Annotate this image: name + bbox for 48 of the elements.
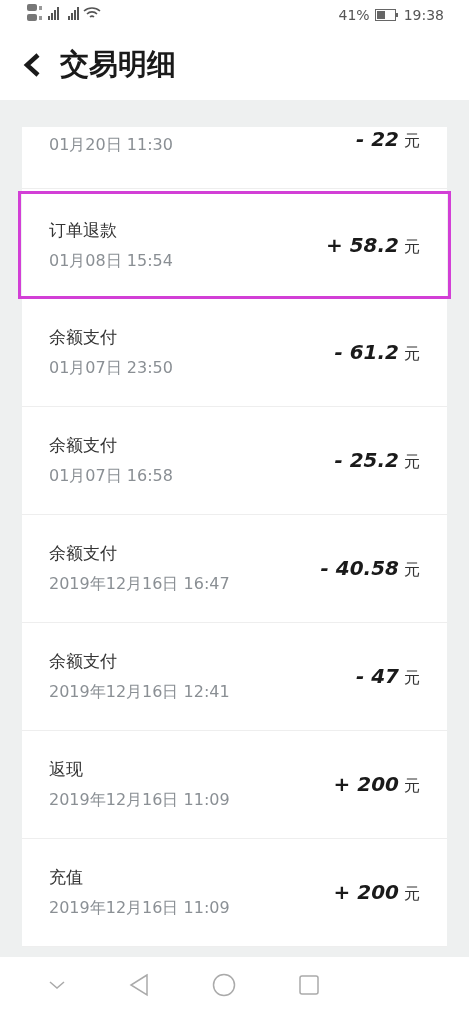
transaction-date: 01月07日 23:50 <box>49 358 173 380</box>
currency-unit: 元 <box>404 560 420 582</box>
currency-unit: 元 <box>404 131 420 153</box>
transaction-row[interactable]: 余额支付 2019年12月16日 16:47 - 40.58 元 <box>22 515 447 624</box>
currency-unit: 元 <box>404 344 420 366</box>
home-icon[interactable] <box>212 973 236 998</box>
transaction-amount: + 200 <box>333 772 399 797</box>
battery-icon <box>374 9 399 21</box>
transaction-amount: - 47 <box>355 664 399 689</box>
transaction-date: 01月07日 16:58 <box>49 466 173 488</box>
clock-time: 19:38 <box>403 7 444 23</box>
transaction-title: 余额支付 <box>49 326 118 350</box>
currency-unit: 元 <box>404 776 420 798</box>
transaction-row[interactable]: 01月20日 11:30 - 22 元 <box>22 127 447 190</box>
page-title: 交易明细 <box>60 46 176 84</box>
transaction-title: 返现 <box>49 758 84 782</box>
transaction-amount: - 22 <box>355 127 399 152</box>
battery-percent: 41% <box>338 7 370 23</box>
transaction-row[interactable]: 订单退款 01月08日 15:54 + 58.2 元 <box>18 191 451 300</box>
transaction-row[interactable]: 余额支付 01月07日 23:50 - 61.2 元 <box>22 299 447 408</box>
currency-unit: 元 <box>404 668 420 690</box>
transaction-date: 2019年12月16日 16:47 <box>49 574 230 596</box>
transaction-amount: - 25.2 <box>334 448 399 473</box>
transaction-date: 2019年12月16日 11:09 <box>49 790 230 812</box>
currency-unit: 元 <box>404 884 420 906</box>
chevron-down-icon[interactable] <box>48 980 66 991</box>
back-icon[interactable] <box>129 973 149 998</box>
transaction-amount: - 40.58 <box>320 556 399 581</box>
transaction-date: 01月08日 15:54 <box>49 250 173 272</box>
currency-unit: 元 <box>404 236 420 258</box>
transaction-date: 2019年12月16日 11:09 <box>49 898 230 920</box>
transaction-title: 订单退款 <box>49 218 118 242</box>
transaction-amount: + 200 <box>333 880 399 905</box>
transaction-title: 余额支付 <box>49 434 118 458</box>
transaction-title: 余额支付 <box>49 650 118 674</box>
back-button[interactable] <box>22 52 42 79</box>
transaction-title: 充值 <box>49 866 84 890</box>
transaction-row[interactable]: 返现 2019年12月16日 11:09 + 200 元 <box>22 731 447 840</box>
transaction-row[interactable]: 余额支付 01月07日 16:58 - 25.2 元 <box>22 407 447 516</box>
recents-icon[interactable] <box>299 975 319 996</box>
transaction-row[interactable]: 余额支付 2019年12月16日 12:41 - 47 元 <box>22 623 447 732</box>
transaction-amount: - 61.2 <box>334 340 399 365</box>
transaction-date: 01月20日 11:30 <box>49 135 173 157</box>
currency-unit: 元 <box>404 452 420 474</box>
transaction-row[interactable]: 充值 2019年12月16日 11:09 + 200 元 <box>22 839 447 948</box>
transaction-amount: + 58.2 <box>325 232 399 257</box>
transaction-title: 余额支付 <box>49 542 118 566</box>
transaction-date: 2019年12月16日 12:41 <box>49 682 230 704</box>
